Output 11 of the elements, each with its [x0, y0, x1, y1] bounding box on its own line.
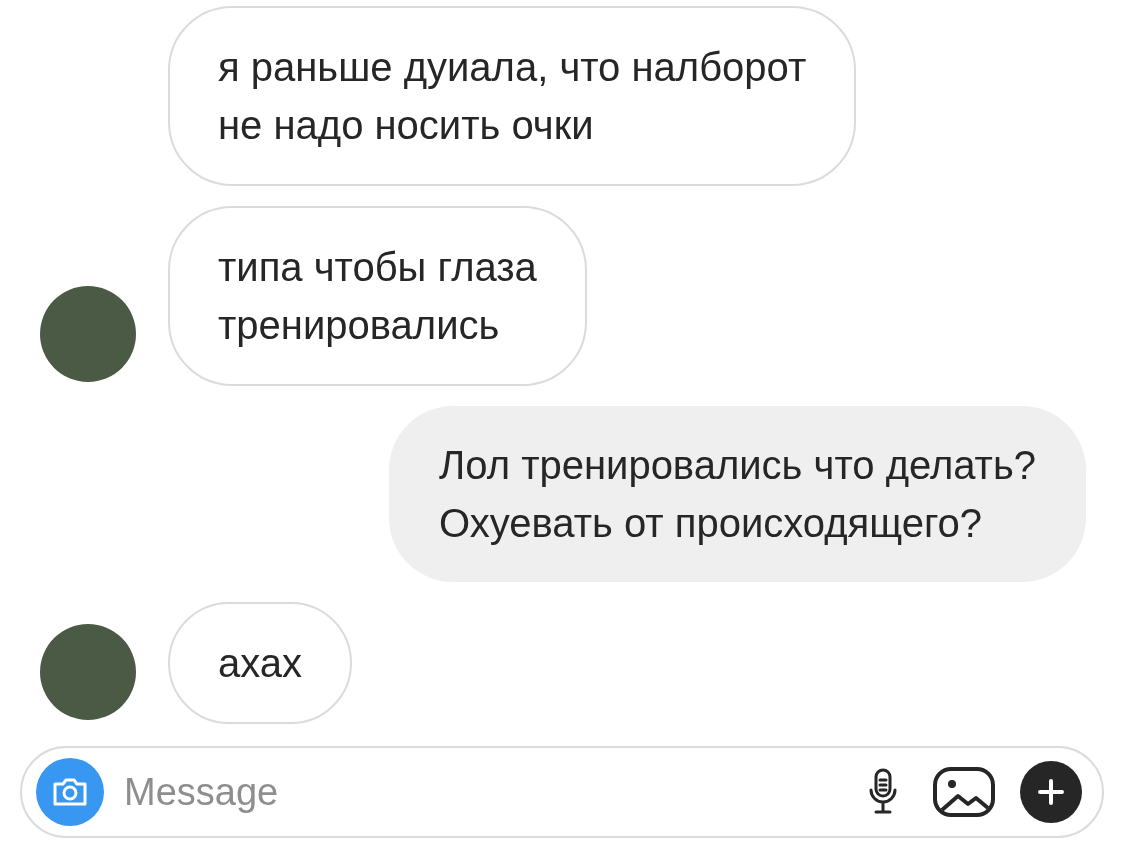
- message-bubble: ахах: [168, 602, 353, 724]
- camera-icon: [52, 777, 88, 807]
- camera-button[interactable]: [36, 758, 104, 826]
- message-bubble: Лол тренировались что делать? Охуевать от происходящего?: [389, 406, 1086, 582]
- image-icon: [932, 766, 996, 818]
- message-bubble: типа чтобы глаза тренировались: [168, 206, 587, 386]
- message-field[interactable]: Message: [20, 746, 1104, 838]
- message-input[interactable]: Message: [124, 763, 838, 821]
- message-bubble: я раньше дуиала, что налборот не надо носить очки: [168, 6, 857, 186]
- microphone-icon: [868, 768, 898, 816]
- plus-icon: [1037, 778, 1065, 806]
